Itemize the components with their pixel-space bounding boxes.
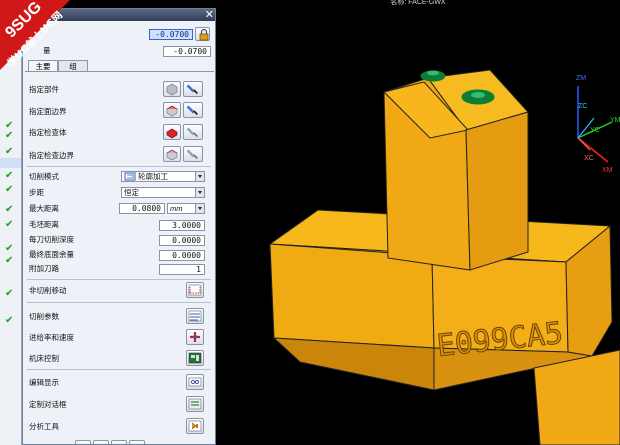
check-body-icon (166, 128, 178, 139)
check-icon: ✔ (5, 243, 14, 254)
analysis-tools-label: 分析工具 (29, 422, 59, 431)
strip-selection-highlight (0, 158, 21, 168)
analysis-tools-button[interactable] (186, 418, 204, 434)
divider (27, 302, 211, 303)
edit-display-button[interactable] (186, 374, 204, 390)
final-floor-stock-field[interactable]: 0.0000 (159, 250, 205, 261)
non-cutting-moves-label: 非切削移动 (29, 286, 67, 295)
flashlight-icon (186, 105, 198, 116)
check-boundary-icon (166, 149, 178, 161)
chevron-down-icon[interactable] (195, 204, 204, 213)
feeds-speeds-label: 进给率和速度 (29, 333, 74, 342)
divider (27, 166, 211, 167)
second-value-field[interactable]: -0.0700 (163, 46, 211, 57)
bottom-button[interactable] (111, 440, 127, 444)
close-icon[interactable]: ✕ (205, 9, 214, 21)
coordinate-triad: ZM ZC YC YM XC XM (576, 75, 620, 174)
non-cutting-moves-icon (188, 284, 202, 296)
machine-control-icon (188, 352, 202, 364)
bottom-button[interactable] (129, 440, 145, 444)
depth-per-cut-label: 每刀切削深度 (29, 235, 74, 244)
bottom-button[interactable] (93, 440, 109, 444)
lock-button[interactable] (195, 27, 210, 41)
chevron-down-icon[interactable] (195, 188, 204, 197)
axis-zm-label: ZM (576, 75, 586, 82)
feeds-speeds-button[interactable] (186, 329, 204, 345)
cutting-parameters-label: 切削参数 (29, 312, 59, 321)
divider (27, 279, 211, 280)
specify-part-select-button[interactable] (183, 81, 203, 97)
lock-icon (199, 28, 209, 41)
specify-check-boundary-label: 指定检查边界 (29, 151, 74, 160)
final-floor-stock-label: 最终底面余量 (29, 250, 74, 259)
part-icon (166, 83, 178, 96)
edit-display-label: 编辑显示 (29, 378, 59, 387)
additional-passes-field[interactable]: 1 (159, 264, 205, 275)
flashlight-icon (186, 84, 198, 95)
axis-ym-label: YM (610, 117, 620, 124)
specify-check-boundary-select-button[interactable] (183, 146, 203, 162)
axis-xc-label: XC (584, 155, 594, 162)
bottom-button[interactable] (75, 440, 91, 444)
step-label: 步距 (29, 188, 44, 197)
specify-check-body-label: 指定检查体 (29, 128, 67, 137)
specify-face-boundary-button[interactable] (163, 102, 181, 118)
flashlight-icon (186, 149, 198, 160)
unit-select[interactable]: mm (167, 203, 205, 214)
check-icon: ✔ (5, 184, 14, 195)
divider (27, 369, 211, 370)
customize-dialog-icon (188, 398, 202, 410)
analysis-tools-icon (188, 420, 202, 432)
profile-cut-icon (124, 172, 136, 181)
check-icon: ✔ (5, 255, 14, 266)
chevron-down-icon[interactable] (195, 172, 204, 181)
max-distance-field[interactable]: 0.0800 (119, 203, 165, 214)
specify-face-boundary-select-button[interactable] (183, 102, 203, 118)
check-icon: ✔ (5, 170, 14, 181)
cut-mode-select[interactable]: 轮廓加工 (121, 171, 205, 182)
unit-value: mm (170, 204, 183, 213)
cut-mode-label: 切削模式 (29, 172, 59, 181)
specify-part-button[interactable] (163, 81, 181, 97)
customize-dialog-label: 定制对话框 (29, 400, 67, 409)
check-icon: ✔ (5, 130, 14, 141)
step-select[interactable]: 恒定 (121, 187, 205, 198)
axis-zc-label: ZC (578, 103, 587, 110)
machine-control-button[interactable] (186, 350, 204, 366)
axis-yc-label: YC (590, 127, 600, 134)
max-distance-label: 最大距离 (29, 204, 59, 213)
specify-face-boundary-label: 指定面边界 (29, 107, 67, 116)
cut-mode-value: 轮廓加工 (138, 172, 168, 181)
blank-distance-field[interactable]: 3.0000 (159, 220, 205, 231)
customize-dialog-button[interactable] (186, 396, 204, 412)
non-cutting-moves-button[interactable] (186, 282, 204, 298)
check-icon: ✔ (5, 315, 14, 326)
specify-check-body-button[interactable] (163, 124, 181, 140)
face-boundary-icon (166, 105, 178, 117)
feeds-speeds-icon (190, 332, 200, 342)
specify-part-label: 指定部件 (29, 85, 59, 94)
check-icon: ✔ (5, 288, 14, 299)
specify-check-boundary-button[interactable] (163, 146, 181, 162)
flashlight-icon (186, 127, 198, 138)
cutting-parameters-icon (188, 310, 202, 322)
depth-per-cut-field[interactable]: 0.0000 (159, 235, 205, 246)
watermark-badge: 9SUG 学UG就上UG网 (0, 0, 90, 78)
graphics-viewport[interactable]: E099CA5 ZM ZC YC YM XC XM (216, 0, 620, 445)
step-value: 恒定 (124, 188, 139, 197)
machine-control-label: 机床控制 (29, 354, 59, 363)
check-icon: ✔ (5, 146, 14, 157)
blank-distance-label: 毛坯距离 (29, 220, 59, 229)
viewport-title: 名称: FACE-GWX (390, 0, 446, 6)
specify-check-body-select-button[interactable] (183, 124, 203, 140)
cutting-parameters-button[interactable] (186, 308, 204, 324)
axis-xm-label: XM (602, 167, 613, 174)
edit-display-icon (188, 377, 202, 387)
top-value-field[interactable]: -0.0700 (149, 29, 193, 40)
additional-passes-label: 附加刀路 (29, 264, 59, 273)
check-icon: ✔ (5, 219, 14, 230)
check-icon: ✔ (5, 204, 14, 215)
